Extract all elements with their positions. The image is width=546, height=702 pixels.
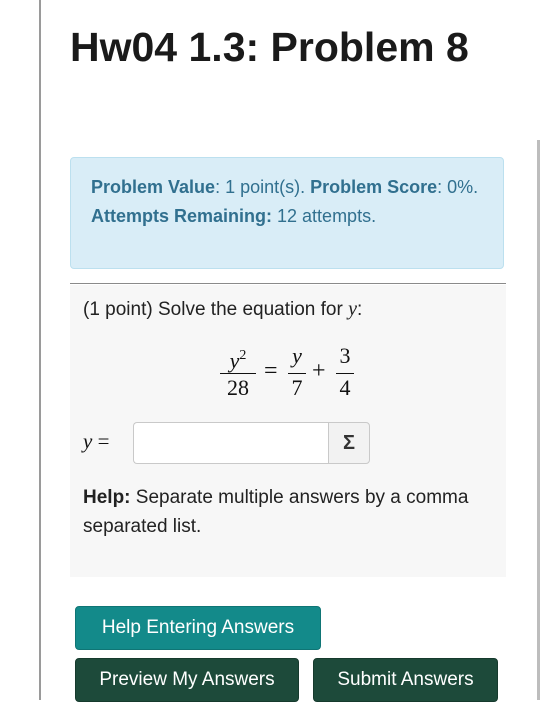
plus-sign: +	[312, 358, 326, 384]
problem-value-text: : 1 point(s).	[215, 177, 311, 197]
attempts-remaining-text: 12 attempts.	[272, 206, 377, 226]
equation-editor-button[interactable]: Σ	[328, 422, 370, 464]
problem-body: (1 point) Solve the equation for y: y2 2…	[70, 285, 506, 577]
preview-answers-button[interactable]: Preview My Answers	[75, 658, 299, 702]
lhs-numerator: y2	[220, 341, 256, 373]
rhs1-numerator-var: y	[292, 343, 302, 368]
prompt-variable: y	[348, 298, 357, 320]
rhs2-numerator: 3	[339, 343, 351, 368]
rhs1-numerator: y	[288, 341, 306, 371]
answer-label: y =	[83, 429, 109, 454]
prompt-end: :	[357, 299, 363, 320]
answer-label-variable: y	[83, 429, 93, 453]
rhs2-denominator: 4	[339, 375, 351, 400]
submit-answers-button[interactable]: Submit Answers	[313, 658, 498, 702]
problem-info-box: Problem Value: 1 point(s). Problem Score…	[70, 157, 504, 269]
problem-value-label: Problem Value	[91, 177, 216, 197]
problem-score-label: Problem Score	[310, 177, 438, 197]
left-border	[39, 0, 41, 700]
attempts-remaining-label: Attempts Remaining:	[91, 206, 273, 226]
fraction-lhs: y2 28	[220, 341, 256, 402]
lhs-denominator: 28	[227, 375, 249, 400]
divider	[70, 283, 506, 284]
equals-sign: =	[264, 358, 278, 384]
fraction-rhs1: y 7	[288, 341, 306, 402]
fraction-rhs2: 3 4	[336, 341, 354, 402]
problem-score-text: : 0%.	[437, 177, 479, 197]
lhs-numerator-var: y	[229, 348, 240, 373]
scrollbar[interactable]	[537, 140, 540, 700]
help-text: Help: Separate multiple answers by a com…	[83, 483, 483, 541]
help-description: Separate multiple answers by a comma sep…	[83, 487, 469, 537]
prompt-text: (1 point) Solve the equation for	[83, 299, 349, 320]
rhs1-denominator: 7	[291, 375, 303, 400]
page-title: Hw04 1.3: Problem 8	[70, 24, 469, 70]
problem-prompt: (1 point) Solve the equation for y:	[83, 298, 362, 321]
help-label: Help:	[83, 487, 131, 508]
help-entering-answers-button[interactable]: Help Entering Answers	[75, 606, 321, 650]
sigma-icon: Σ	[342, 432, 355, 454]
answer-input[interactable]	[133, 422, 328, 464]
answer-label-equals: =	[92, 429, 110, 453]
lhs-numerator-exponent: 2	[239, 348, 247, 363]
